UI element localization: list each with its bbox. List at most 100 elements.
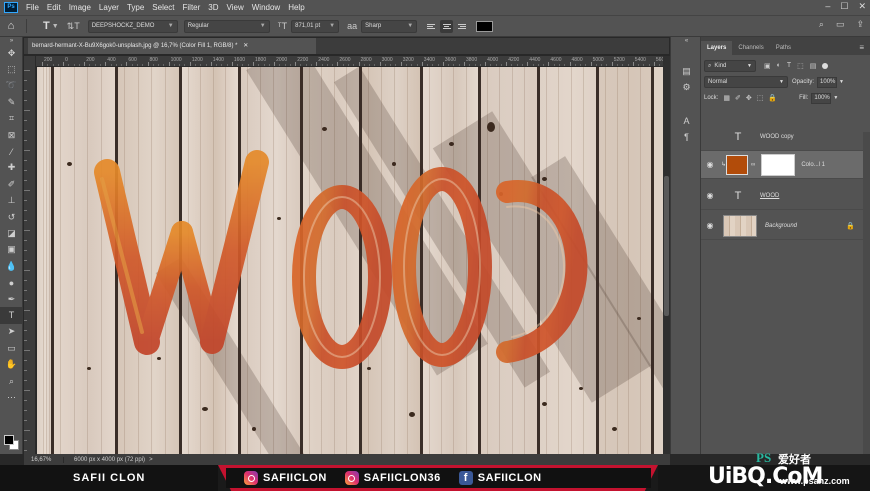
menu-3d[interactable]: 3D — [204, 3, 222, 12]
font-style-dropdown[interactable]: Regular ▼ — [183, 19, 270, 33]
layers-scrollbar[interactable] — [863, 132, 870, 454]
tab-paths[interactable]: Paths — [770, 41, 797, 55]
layer-wood[interactable]: ◉ T WOOD — [701, 182, 863, 210]
menu-window[interactable]: Window — [248, 3, 284, 12]
more-tools-icon[interactable]: ⋯ — [0, 389, 23, 405]
document-canvas[interactable] — [37, 67, 663, 454]
brush-tool-icon[interactable]: ✐ — [0, 176, 23, 192]
marquee-tool-icon[interactable]: ⬚ — [0, 61, 23, 77]
workspace-icon[interactable]: ▭ — [836, 19, 845, 30]
menu-edit[interactable]: Edit — [43, 3, 65, 12]
dodge-tool-icon[interactable]: ● — [0, 274, 23, 290]
ruler-minor-tick — [522, 64, 524, 66]
text-orientation-icon[interactable]: ⇅T — [67, 21, 80, 32]
frame-tool-icon[interactable]: ⊠ — [0, 127, 23, 143]
foreground-color-swatch[interactable] — [4, 435, 14, 445]
menu-filter[interactable]: Filter — [179, 3, 205, 12]
type-tool-preset-icon[interactable]: T — [43, 20, 50, 32]
fill-input[interactable]: 100% — [811, 92, 832, 104]
paragraph-panel-icon[interactable]: ¶ — [671, 129, 702, 145]
scrollbar-thumb[interactable] — [664, 176, 669, 316]
opacity-input[interactable]: 100% — [817, 76, 838, 88]
healing-brush-tool-icon[interactable]: ✚ — [0, 160, 23, 176]
menu-view[interactable]: View — [223, 3, 248, 12]
history-brush-tool-icon[interactable]: ↺ — [0, 209, 23, 225]
path-select-tool-icon[interactable]: ➤ — [0, 324, 23, 340]
visibility-toggle-icon[interactable]: ◉ — [701, 132, 719, 141]
shape-filter-icon[interactable]: ⬚ — [797, 62, 804, 70]
menu-file[interactable]: File — [22, 3, 43, 12]
document-tab[interactable]: bernard-hermant-X-Bu9X6gok0-unsplash.jpg… — [28, 38, 316, 54]
lock-all-icon[interactable]: 🔒 — [768, 94, 777, 102]
text-color-swatch[interactable] — [476, 20, 494, 32]
blend-mode-dropdown[interactable]: Normal ▼ — [704, 76, 788, 88]
hand-tool-icon[interactable]: ✋ — [0, 356, 23, 372]
close-icon[interactable]: ✕ — [858, 1, 866, 12]
ruler-minor-tick — [247, 64, 249, 66]
home-icon[interactable]: ⌂ — [0, 20, 22, 32]
eye-icon[interactable]: ◉ — [701, 160, 719, 169]
menu-image[interactable]: Image — [65, 3, 95, 12]
lock-artboard-icon[interactable]: ⬚ — [757, 94, 764, 102]
type-filter-icon[interactable]: T — [787, 62, 791, 70]
blur-tool-icon[interactable]: 💧 — [0, 258, 23, 274]
search-icon[interactable]: ⌕ — [819, 19, 824, 30]
menu-help[interactable]: Help — [284, 3, 308, 12]
font-size-dropdown[interactable]: 871,01 pt ▼ — [291, 19, 340, 33]
history-panel-icon[interactable]: ▤ — [671, 63, 702, 79]
lock-position-icon[interactable]: ✥ — [746, 94, 752, 102]
chevron-down-icon[interactable]: ▼ — [839, 79, 844, 85]
panel-menu-icon[interactable]: ≡ — [859, 43, 864, 52]
menu-layer[interactable]: Layer — [95, 3, 123, 12]
clone-stamp-tool-icon[interactable]: ⊥ — [0, 193, 23, 209]
canvas-vertical-scrollbar[interactable] — [663, 56, 670, 454]
eraser-tool-icon[interactable]: ◪ — [0, 225, 23, 241]
layer-mask-thumbnail[interactable] — [761, 153, 796, 176]
maximize-icon[interactable]: ☐ — [840, 1, 848, 12]
zoom-level[interactable]: 16,67% — [24, 456, 64, 463]
layer-background[interactable]: ◉ Background 🔒 — [701, 212, 863, 240]
type-tool-icon[interactable]: T — [0, 307, 23, 324]
pixel-filter-icon[interactable]: ▣ — [764, 62, 771, 70]
move-tool-icon[interactable]: ✥ — [0, 45, 23, 61]
kind-filter-dropdown[interactable]: ⌕ Kind ▼ — [704, 60, 756, 72]
lasso-tool-icon[interactable]: ➰ — [0, 78, 23, 94]
close-tab-icon[interactable]: ✕ — [243, 43, 248, 49]
link-icon[interactable]: ∞ — [751, 162, 755, 168]
tab-layers[interactable]: Layers — [701, 41, 733, 55]
align-left-icon[interactable] — [425, 20, 438, 33]
gradient-tool-icon[interactable]: ▣ — [0, 242, 23, 258]
menu-type[interactable]: Type — [123, 3, 148, 12]
pen-tool-icon[interactable]: ✒ — [0, 291, 23, 307]
eye-icon[interactable]: ◉ — [701, 221, 719, 230]
filter-toggle-icon[interactable] — [822, 63, 829, 69]
layer-color-fill[interactable]: ◉ ↳ ∞ Colo...l 1 — [701, 151, 863, 179]
share-icon[interactable]: ⇪ — [856, 19, 864, 30]
font-family-dropdown[interactable]: DEEPSHOCKZ_DEMO ▼ — [87, 19, 178, 33]
chevron-down-icon[interactable]: ▼ — [833, 95, 838, 101]
color-swatches[interactable] — [4, 435, 20, 451]
crop-tool-icon[interactable]: ⌗ — [0, 111, 23, 127]
layer-wood-copy[interactable]: ◉ T WOOD copy — [701, 123, 863, 151]
minimize-icon[interactable]: – — [825, 1, 830, 12]
tab-channels[interactable]: Channels — [732, 41, 769, 55]
ruler-label: 2000 — [276, 57, 288, 63]
adjustment-filter-icon[interactable]: ◐ — [777, 62, 781, 70]
eye-icon[interactable]: ◉ — [701, 191, 719, 200]
lock-pixels-icon[interactable]: ✐ — [735, 94, 741, 102]
zoom-tool-icon[interactable]: ⌕ — [0, 373, 23, 389]
color-fill-thumbnail[interactable] — [726, 154, 749, 175]
eyedropper-tool-icon[interactable]: ⁄ — [0, 143, 23, 159]
lock-transparency-icon[interactable]: ▦ — [723, 94, 730, 102]
align-right-icon[interactable] — [455, 20, 468, 33]
chevron-down-icon[interactable]: ▼ — [52, 23, 59, 30]
align-center-icon[interactable] — [440, 19, 454, 33]
smart-object-filter-icon[interactable]: ▤ — [810, 62, 817, 70]
quick-select-tool-icon[interactable]: ✎ — [0, 94, 23, 110]
status-expand-icon[interactable]: > — [149, 457, 153, 463]
properties-panel-icon[interactable]: ⚙ — [671, 79, 702, 95]
antialias-dropdown[interactable]: Sharp ▼ — [361, 19, 418, 33]
shape-tool-icon[interactable]: ▭ — [0, 340, 23, 356]
menu-select[interactable]: Select — [148, 3, 178, 12]
character-panel-icon[interactable]: A — [671, 113, 702, 129]
